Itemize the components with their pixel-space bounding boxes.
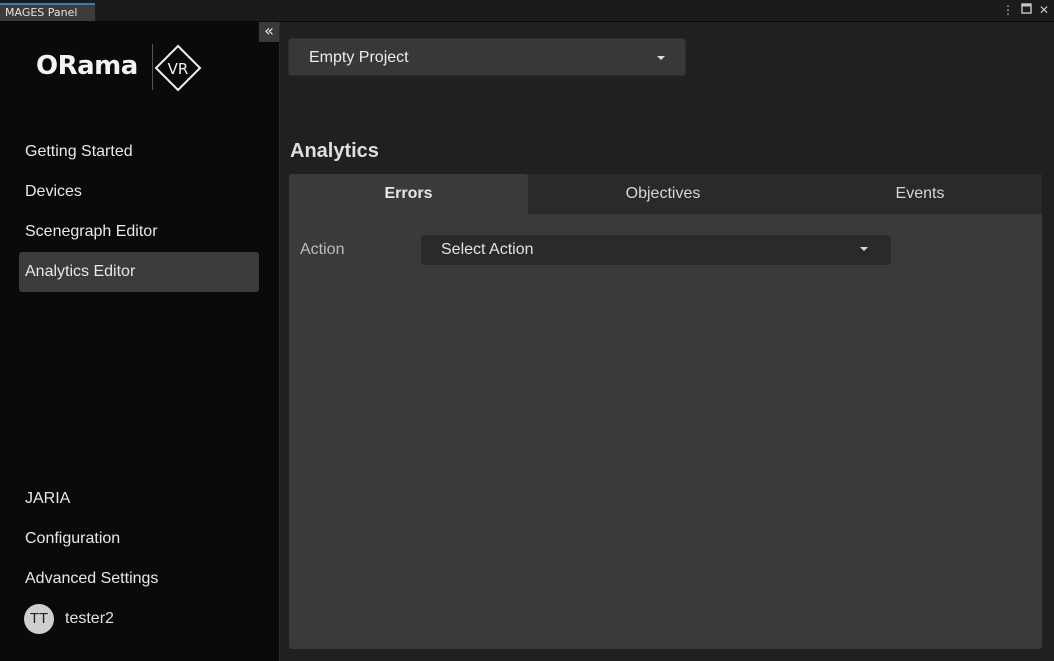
close-icon[interactable]: ✕ [1038,3,1050,17]
window-titlebar: MAGES Panel ⋮ ✕ [0,0,1054,22]
project-dropdown[interactable]: Empty Project [288,38,686,76]
window-tab[interactable]: MAGES Panel [0,3,95,21]
sidebar-item-advanced-settings[interactable]: Advanced Settings [19,559,259,599]
sidebar-item-getting-started[interactable]: Getting Started [19,132,259,172]
avatar: TT [24,604,54,634]
sidebar-nav-bottom: JARIA Configuration Advanced Settings [19,479,259,599]
logo-badge: VR [168,60,189,78]
action-dropdown[interactable]: Select Action [421,235,891,265]
main-content: Empty Project Analytics Errors Objective… [280,22,1054,661]
window-controls: ⋮ ✕ [1002,3,1050,17]
tab-objectives[interactable]: Objectives [528,174,798,214]
logo-text: ORama [36,51,138,81]
user-profile[interactable]: TT tester2 [24,604,114,634]
analytics-tabs: Errors Objectives Events [289,174,1042,214]
page-title: Analytics [290,140,379,162]
analytics-panel: Errors Objectives Events Action Select A… [289,174,1042,649]
sidebar-item-jaria[interactable]: JARIA [19,479,259,519]
sidebar-item-devices[interactable]: Devices [19,172,259,212]
orama-vr-logo: ORama VR [36,42,206,94]
username: tester2 [65,610,114,627]
sidebar-item-scenegraph-editor[interactable]: Scenegraph Editor [19,212,259,252]
more-icon[interactable]: ⋮ [1002,3,1014,17]
double-chevron-left-icon[interactable]: « [259,22,279,42]
logo-separator [152,44,153,90]
sidebar-nav-top: Getting Started Devices Scenegraph Edito… [19,132,259,292]
project-dropdown-label: Empty Project [309,49,409,66]
action-dropdown-label: Select Action [441,241,534,258]
window-tab-title: MAGES Panel [5,6,78,19]
caret-down-icon [657,56,665,60]
sidebar-item-analytics-editor[interactable]: Analytics Editor [19,252,259,292]
caret-down-icon [860,247,868,251]
logo-diamond-icon: VR [154,44,202,92]
action-field-label: Action [300,241,345,258]
sidebar-item-configuration[interactable]: Configuration [19,519,259,559]
sidebar: « ORama VR Getting Started Devices Scene… [0,22,280,661]
tab-errors[interactable]: Errors [289,174,528,214]
tab-events[interactable]: Events [798,174,1042,214]
maximize-icon[interactable] [1020,3,1032,17]
